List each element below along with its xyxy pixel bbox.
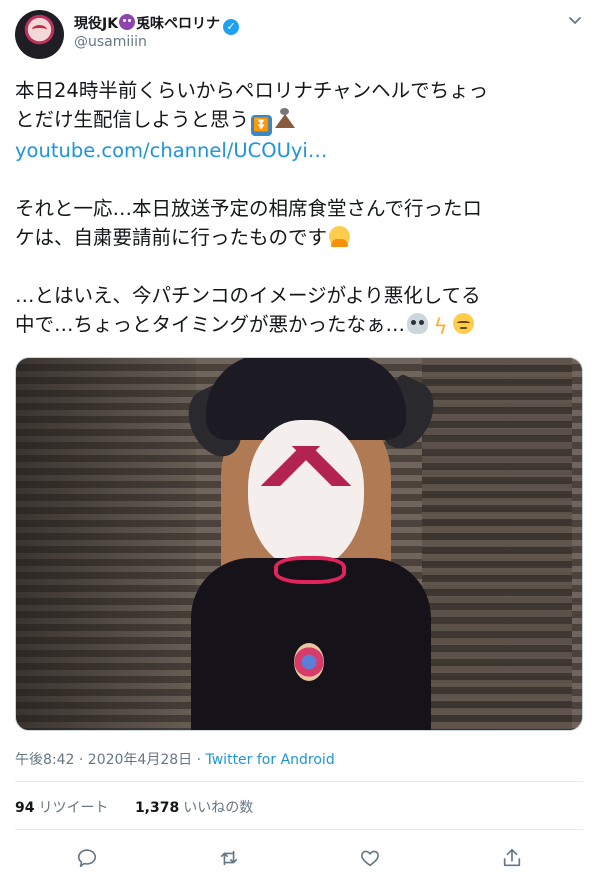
tweet-stats: 94 リツイート 1,378 いいねの数	[15, 797, 275, 817]
tweet-photo[interactable]	[15, 357, 583, 731]
arrow-down-double-icon: ⏬	[251, 115, 273, 136]
tweet-line: 中で…ちょっとタイミングが悪かったなぁ… ϟ	[15, 310, 585, 339]
volcano-icon	[274, 108, 296, 129]
tweet-meta: 午後8:42 · 2020年4月28日 · Twitter for Androi…	[15, 749, 335, 769]
tweet-line: とだけ生配信しようと思う ⏬	[15, 105, 585, 136]
author-display-name[interactable]: 現役JK 兎味ペロリナ ✓	[74, 13, 240, 35]
tweet-line: 本日24時半前くらいからペロリナチャンヘルでちょっ	[15, 79, 489, 102]
share-icon[interactable]	[501, 847, 523, 869]
tweet-actions	[0, 838, 598, 878]
skull-icon	[407, 313, 429, 334]
smiling-imp-icon	[119, 14, 136, 30]
divider	[15, 781, 583, 782]
like-icon[interactable]	[359, 847, 381, 869]
person-bowing-icon	[329, 226, 351, 247]
retweet-icon[interactable]	[218, 847, 240, 869]
tweet-source[interactable]: Twitter for Android	[206, 752, 335, 768]
retweets-stat[interactable]: 94 リツイート	[15, 800, 108, 816]
tweet-header: 現役JK 兎味ペロリナ ✓ @usamiiin	[15, 10, 585, 62]
tweet-link[interactable]: youtube.com/channel/UCOUyi…	[15, 136, 585, 165]
pensive-face-icon	[453, 313, 475, 334]
tweet-text: 本日24時半前くらいからペロリナチャンヘルでちょっ とだけ生配信しようと思う ⏬ …	[15, 76, 585, 339]
verified-badge-icon: ✓	[223, 19, 240, 35]
cosplayer-figure	[166, 358, 456, 730]
tweet-line: それと一応…本日放送予定の相席食堂さんで行ったロ	[15, 197, 483, 220]
tweet-line: ケは、自粛要請前に行ったものです	[15, 223, 585, 252]
author-handle[interactable]: @usamiiin	[74, 34, 147, 50]
author-name-part2: 兎味ペロリナ	[136, 16, 221, 32]
likes-stat[interactable]: 1,378 いいねの数	[135, 800, 253, 816]
tweet-line: …とはいえ、今パチンコのイメージがより悪化してる	[15, 284, 481, 307]
zap-icon: ϟ	[433, 315, 448, 339]
divider	[15, 829, 583, 830]
author-name-part1: 現役JK	[74, 16, 119, 32]
avatar[interactable]	[15, 10, 64, 59]
tweet-timestamp[interactable]: 午後8:42 · 2020年4月28日 ·	[15, 752, 206, 768]
reply-icon[interactable]	[76, 847, 98, 869]
chevron-down-icon[interactable]	[565, 10, 585, 30]
